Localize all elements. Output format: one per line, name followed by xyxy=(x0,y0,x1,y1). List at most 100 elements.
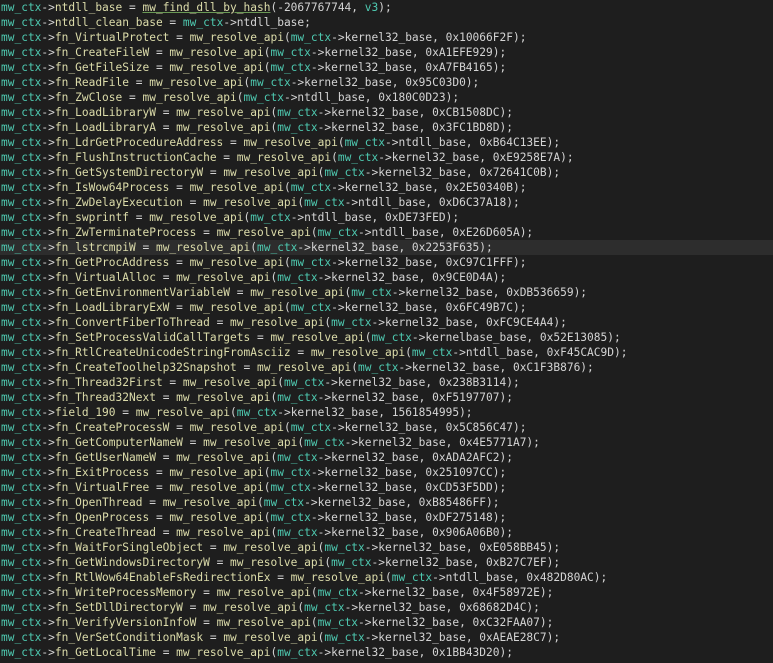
code-line[interactable]: mw_ctx->fn_OpenThread = mw_resolve_api(m… xyxy=(0,495,773,510)
code-field: fn_GetComputerNameW xyxy=(54,436,183,449)
code-args: ( xyxy=(283,181,291,194)
code-args-rest: ->kernel32_base, 1561854995); xyxy=(277,406,473,419)
code-args-rest: ->kernel32_base, 0x10066F2F); xyxy=(331,31,527,44)
code-args-rest: ->kernel32_base, 0x1BB43D20); xyxy=(317,646,513,659)
code-arg-variable: mw_ctx xyxy=(283,376,325,389)
code-line[interactable]: mw_ctx->fn_GetSystemDirectoryW = mw_reso… xyxy=(0,165,773,180)
code-field: fn_Thread32First xyxy=(54,376,163,389)
code-field: fn_IsWow64Process xyxy=(54,181,170,194)
code-line[interactable]: mw_ctx->fn_GetWindowsDirectoryW = mw_res… xyxy=(0,555,773,570)
code-arg-variable: mw_ctx xyxy=(277,526,318,539)
code-arg-variable: mw_ctx xyxy=(270,61,311,74)
code-line[interactable]: mw_ctx->ntdll_base = mw_find_dll_by_hash… xyxy=(0,0,773,15)
code-line[interactable]: mw_ctx->fn_LoadLibraryExW = mw_resolve_a… xyxy=(0,300,773,315)
code-function-call: mw_resolve_api xyxy=(310,346,406,359)
code-line[interactable]: mw_ctx->fn_LdrGetProcedureAddress = mw_r… xyxy=(0,135,773,150)
code-line[interactable]: mw_ctx->fn_GetLocalTime = mw_resolve_api… xyxy=(0,645,773,660)
code-line[interactable]: mw_ctx->fn_VerifyVersionInfoW = mw_resol… xyxy=(0,615,773,630)
code-line[interactable]: mw_ctx->fn_Thread32First = mw_resolve_ap… xyxy=(0,375,773,390)
code-assign: = xyxy=(155,106,177,119)
code-line[interactable]: mw_ctx->fn_ZwDelayExecution = mw_resolve… xyxy=(0,195,773,210)
code-line[interactable]: mw_ctx->fn_OpenProcess = mw_resolve_api(… xyxy=(0,510,773,525)
code-editor[interactable]: mw_ctx->ntdll_base = mw_find_dll_by_hash… xyxy=(0,0,773,663)
code-line[interactable]: mw_ctx->fn_LoadLibraryA = mw_resolve_api… xyxy=(0,120,773,135)
code-line[interactable]: mw_ctx->fn_LoadLibraryW = mw_resolve_api… xyxy=(0,105,773,120)
code-function-call: mw_resolve_api xyxy=(270,331,365,344)
code-line[interactable]: mw_ctx->fn_VirtualAlloc = mw_resolve_api… xyxy=(0,270,773,285)
code-function-call: mw_resolve_api xyxy=(203,196,298,209)
code-line[interactable]: mw_ctx->fn_CreateThread = mw_resolve_api… xyxy=(0,525,773,540)
code-arg-variable: mw_ctx xyxy=(331,316,372,329)
code-function-call: mw_resolve_api xyxy=(223,166,318,179)
code-args-rest: ->kernel32_base, 0xE9258E7A); xyxy=(378,151,574,164)
code-variable: mw_ctx xyxy=(1,286,42,299)
code-arg-variable: mw_ctx xyxy=(317,586,359,599)
code-function-call: mw_resolve_api xyxy=(182,376,278,389)
code-variable: mw_ctx xyxy=(1,361,42,374)
code-assign: = xyxy=(129,76,150,89)
code-line[interactable]: mw_ctx->fn_swprintf = mw_resolve_api(mw_… xyxy=(0,210,773,225)
code-field: fn_SetProcessValidCallTargets xyxy=(54,331,251,344)
code-assign: = xyxy=(155,451,177,464)
code-arg-variable: mw_ctx xyxy=(257,241,298,254)
code-line[interactable]: mw_ctx->fn_lstrcmpiW = mw_resolve_api(mw… xyxy=(0,240,773,255)
code-function-call: mw_resolve_api xyxy=(216,616,311,629)
code-line[interactable]: mw_ctx->fn_ReadFile = mw_resolve_api(mw_… xyxy=(0,75,773,90)
code-line[interactable]: mw_ctx->field_190 = mw_resolve_api(mw_ct… xyxy=(0,405,773,420)
code-variable: mw_ctx xyxy=(1,76,42,89)
code-line[interactable]: mw_ctx->fn_ZwTerminateProcess = mw_resol… xyxy=(0,225,773,240)
code-variable: mw_ctx xyxy=(1,421,42,434)
code-variable: mw_ctx xyxy=(1,16,42,29)
code-line[interactable]: mw_ctx->fn_GetUserNameW = mw_resolve_api… xyxy=(0,450,773,465)
code-line[interactable]: mw_ctx->fn_VirtualProtect = mw_resolve_a… xyxy=(0,30,773,45)
code-line[interactable]: mw_ctx->fn_VirtualFree = mw_resolve_api(… xyxy=(0,480,773,495)
code-variable: mw_ctx xyxy=(1,241,42,254)
code-field: fn_swprintf xyxy=(54,211,129,224)
code-field: fn_VirtualFree xyxy=(54,481,150,494)
code-line[interactable]: mw_ctx->fn_WriteProcessMemory = mw_resol… xyxy=(0,585,773,600)
code-arg-variable: mw_ctx xyxy=(290,31,332,44)
code-variable: mw_ctx xyxy=(1,541,42,554)
code-assign: = xyxy=(196,586,217,599)
code-line[interactable]: mw_ctx->fn_FlushInstructionCache = mw_re… xyxy=(0,150,773,165)
code-args-rest: ->ntdll_base, 0xDE73FED); xyxy=(290,211,460,224)
code-arg-variable: mw_ctx xyxy=(304,196,345,209)
code-arrow: -> xyxy=(41,646,55,659)
code-function-call: mw_resolve_api xyxy=(203,436,298,449)
code-line[interactable]: mw_ctx->fn_VerSetConditionMask = mw_reso… xyxy=(0,630,773,645)
code-line[interactable]: mw_ctx->fn_RtlCreateUnicodeStringFromAsc… xyxy=(0,345,773,360)
code-field: fn_ExitProcess xyxy=(54,466,150,479)
code-assign: = xyxy=(149,61,170,74)
code-arg-variable: mw_ctx xyxy=(277,121,318,134)
code-arg-variable: mw_ctx xyxy=(277,271,318,284)
code-line[interactable]: mw_ctx->fn_SetProcessValidCallTargets = … xyxy=(0,330,773,345)
code-line[interactable]: mw_ctx->fn_IsWow64Process = mw_resolve_a… xyxy=(0,180,773,195)
code-line[interactable]: mw_ctx->ntdll_clean_base = mw_ctx->ntdll… xyxy=(0,15,773,30)
code-function-call: mw_resolve_api xyxy=(135,406,231,419)
code-line[interactable]: mw_ctx->fn_GetEnvironmentVariableW = mw_… xyxy=(0,285,773,300)
code-line[interactable]: mw_ctx->fn_ConvertFiberToThread = mw_res… xyxy=(0,315,773,330)
code-variable: mw_ctx xyxy=(1,556,42,569)
code-line[interactable]: mw_ctx->fn_WaitForSingleObject = mw_reso… xyxy=(0,540,773,555)
code-variable: mw_ctx xyxy=(1,481,42,494)
code-line[interactable]: mw_ctx->fn_ExitProcess = mw_resolve_api(… xyxy=(0,465,773,480)
code-variable: mw_ctx xyxy=(1,646,42,659)
code-variable: mw_ctx xyxy=(1,571,42,584)
code-field: fn_lstrcmpiW xyxy=(54,241,136,254)
code-line[interactable]: mw_ctx->fn_CreateToolhelp32Snapshot = mw… xyxy=(0,360,773,375)
code-line[interactable]: mw_ctx->fn_RtlWow64EnableFsRedirectionEx… xyxy=(0,570,773,585)
code-arrow: -> xyxy=(41,631,55,644)
code-arrow: -> xyxy=(41,121,55,134)
code-line[interactable]: mw_ctx->fn_CreateFileW = mw_resolve_api(… xyxy=(0,45,773,60)
code-line[interactable]: mw_ctx->fn_ZwClose = mw_resolve_api(mw_c… xyxy=(0,90,773,105)
code-function-call: mw_resolve_api xyxy=(162,496,257,509)
code-line[interactable]: mw_ctx->fn_Thread32Next = mw_resolve_api… xyxy=(0,390,773,405)
code-field: fn_FlushInstructionCache xyxy=(54,151,217,164)
code-line[interactable]: mw_ctx->fn_GetComputerNameW = mw_resolve… xyxy=(0,435,773,450)
code-line[interactable]: mw_ctx->fn_SetDllDirectoryW = mw_resolve… xyxy=(0,600,773,615)
code-line[interactable]: mw_ctx->fn_CreateProcessW = mw_resolve_a… xyxy=(0,420,773,435)
code-line[interactable]: mw_ctx->fn_GetFileSize = mw_resolve_api(… xyxy=(0,60,773,75)
code-line[interactable]: mw_ctx->fn_GetProcAddress = mw_resolve_a… xyxy=(0,255,773,270)
code-function-call: mw_resolve_api xyxy=(189,421,284,434)
code-variable: mw_ctx xyxy=(1,211,42,224)
